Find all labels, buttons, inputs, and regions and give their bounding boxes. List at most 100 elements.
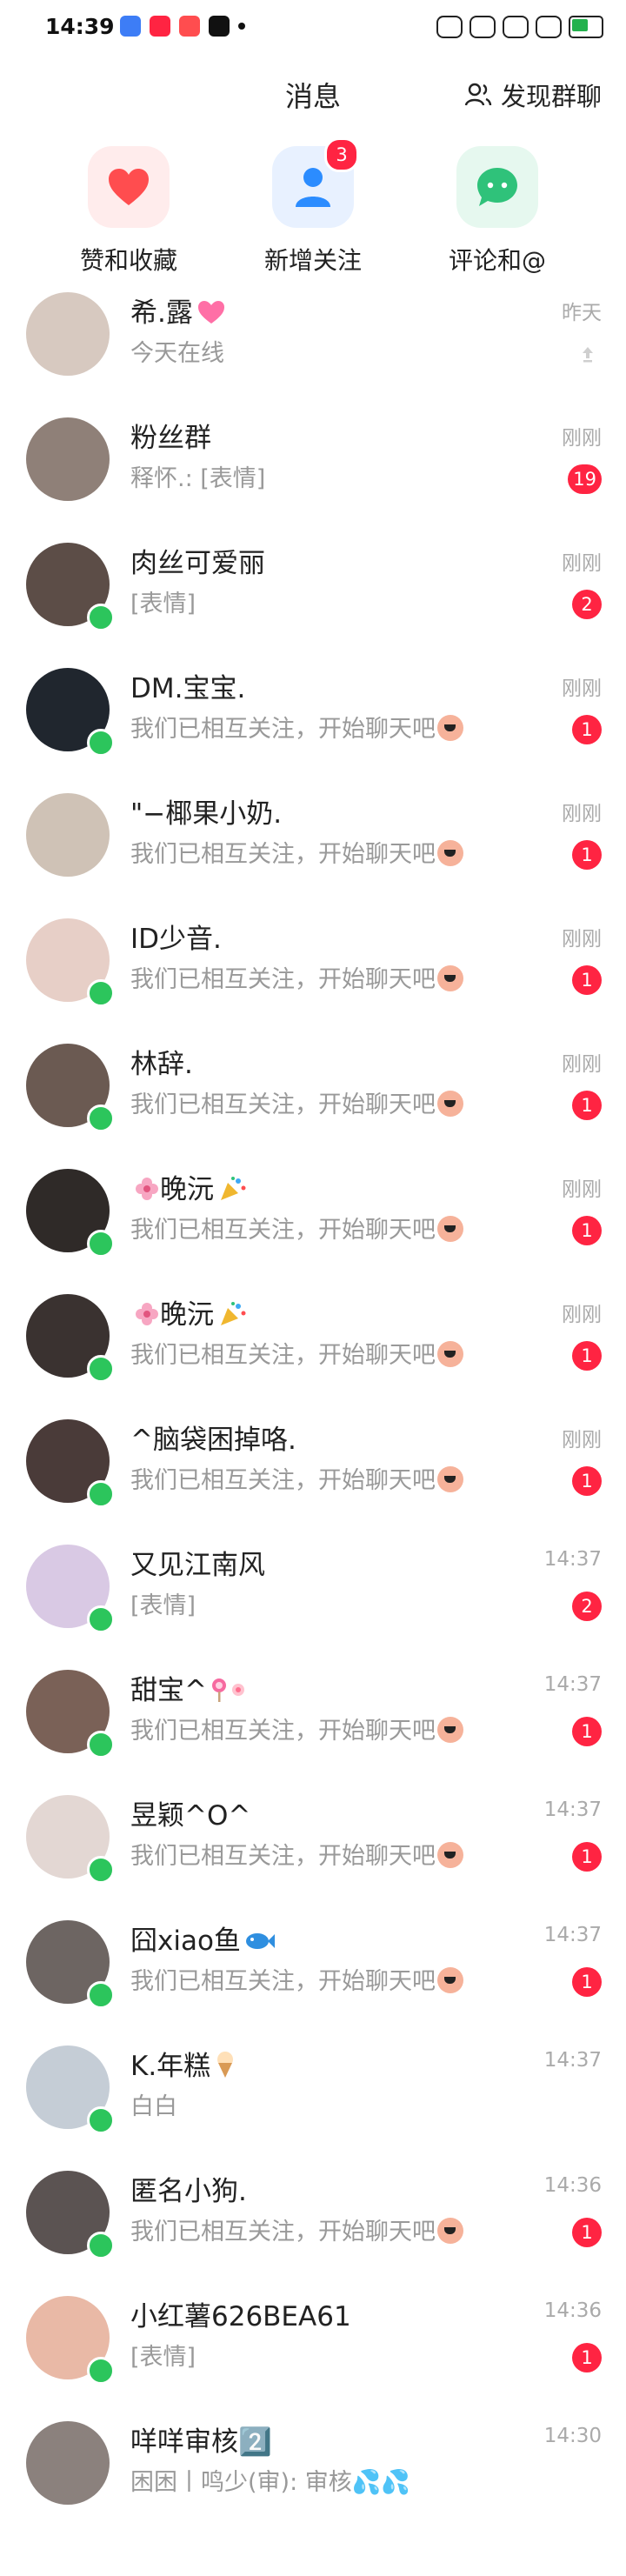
conversation-row[interactable]: 囧xiao鱼 我们已相互关注，开始聊天吧 14:37 1 bbox=[0, 1903, 626, 2028]
conversation-row[interactable]: 咩咩审核2️⃣ 困困丨鸣少(审): 审核💦💦 14:30 bbox=[0, 2404, 626, 2529]
avatar[interactable] bbox=[26, 417, 110, 501]
conversation-preview-text: 我们已相互关注，开始聊天吧 bbox=[130, 1968, 436, 1995]
conversation-time: 昨天 bbox=[562, 302, 602, 324]
status-system-icons bbox=[436, 16, 603, 38]
conversation-row[interactable]: 粉丝群 释怀.: [表情] 刚刚 19 bbox=[0, 400, 626, 525]
conversation-row[interactable]: ^脑袋困掉咯. 我们已相互关注，开始聊天吧 刚刚 1 bbox=[0, 1402, 626, 1527]
conversation-name-text: 肉丝可爱丽 bbox=[130, 548, 265, 579]
conversation-name-text: 甜宝^ bbox=[130, 1675, 207, 1706]
online-status-dot bbox=[87, 604, 115, 631]
conversation-name-text: "−椰果小奶. bbox=[130, 798, 283, 830]
conversation-row[interactable]: K.年糕 白白 14:37 bbox=[0, 2028, 626, 2153]
conversation-name: 又见江南风 bbox=[130, 1543, 265, 1582]
conversation-name: 甜宝^ bbox=[130, 1668, 249, 1710]
conversation-time: 14:37 bbox=[543, 1924, 602, 1946]
conversation-name-text: 希.露 bbox=[130, 297, 193, 329]
conversation-row[interactable]: 林辞. 我们已相互关注，开始聊天吧 刚刚 1 bbox=[0, 1026, 626, 1151]
online-status-dot bbox=[87, 2232, 115, 2259]
conversation-time: 14:37 bbox=[543, 1548, 602, 1571]
conversation-preview: 今天在线 bbox=[130, 334, 224, 368]
likes-and-saves-shortcut[interactable]: 赞和收藏 bbox=[42, 146, 216, 277]
more-dot-icon bbox=[238, 23, 245, 30]
conversation-preview: 我们已相互关注，开始聊天吧 bbox=[130, 1085, 463, 1119]
shortcut-label: 评论和@ bbox=[448, 246, 546, 275]
conversation-row[interactable]: DM.宝宝. 我们已相互关注，开始聊天吧 刚刚 1 bbox=[0, 651, 626, 776]
conversation-preview-text: 今天在线 bbox=[130, 340, 224, 367]
conversation-row[interactable]: 肉丝可爱丽 [表情] 刚刚 2 bbox=[0, 525, 626, 651]
new-followers-badge: 3 bbox=[324, 137, 359, 172]
confetti-icon bbox=[217, 1176, 247, 1209]
online-status-dot bbox=[87, 2106, 115, 2134]
online-status-dot bbox=[87, 1981, 115, 2009]
new-followers-shortcut[interactable]: 3 新增关注 bbox=[226, 137, 400, 277]
lollipop-icon bbox=[210, 1677, 249, 1710]
wifi-icon bbox=[503, 16, 529, 38]
conversation-preview: 我们已相互关注，开始聊天吧 bbox=[130, 710, 463, 744]
peach-emoji-icon bbox=[437, 840, 463, 866]
discover-groups-button[interactable]: 发现群聊 bbox=[464, 77, 602, 113]
unread-count-badge: 19 bbox=[568, 464, 602, 494]
conversation-row[interactable]: 甜宝^ 我们已相互关注，开始聊天吧 14:37 1 bbox=[0, 1652, 626, 1778]
conversation-row[interactable]: 小红薯626BEA61 [表情] 14:36 1 bbox=[0, 2279, 626, 2404]
unread-count-badge: 1 bbox=[572, 2218, 602, 2247]
conversation-time: 刚刚 bbox=[562, 803, 602, 825]
conversation-row[interactable]: ID少音. 我们已相互关注，开始聊天吧 刚刚 1 bbox=[0, 901, 626, 1026]
conversation-preview-text: 我们已相互关注，开始聊天吧 bbox=[130, 1467, 436, 1494]
conversation-name: ID少音. bbox=[130, 917, 222, 956]
conversation-name: 匿名小狗. bbox=[130, 2169, 247, 2208]
conversation-preview: 困困丨鸣少(审): 审核💦💦 bbox=[130, 2463, 410, 2497]
add-group-icon bbox=[464, 83, 492, 106]
online-status-dot bbox=[87, 1355, 115, 1383]
peach-emoji-icon bbox=[437, 1091, 463, 1117]
conversation-name: 粉丝群 bbox=[130, 416, 211, 455]
unread-count-badge: 1 bbox=[572, 1341, 602, 1371]
conversation-list: 希.露 今天在线 昨天 粉丝群 释怀.: [表情] 刚刚 19 肉丝可爱丽 [表情… bbox=[0, 275, 626, 2529]
conversation-preview-text: 我们已相互关注，开始聊天吧 bbox=[130, 716, 436, 743]
online-status-dot bbox=[87, 1104, 115, 1132]
status-bar: 14:39 bbox=[0, 0, 626, 54]
conversation-row[interactable]: 匿名小狗. 我们已相互关注，开始聊天吧 14:36 1 bbox=[0, 2153, 626, 2279]
conversation-name-text: 晚沅 bbox=[160, 1299, 214, 1331]
confetti-icon bbox=[217, 1301, 247, 1334]
conversation-name-text: 又见江南风 bbox=[130, 1550, 265, 1581]
conversation-name-text: K.年糕 bbox=[130, 2051, 211, 2082]
avatar[interactable] bbox=[26, 2421, 110, 2505]
unread-count-badge: 1 bbox=[572, 2343, 602, 2372]
peach-emoji-icon bbox=[437, 1466, 463, 1492]
conversation-row[interactable]: 昱颖^O^ 我们已相互关注，开始聊天吧 14:37 1 bbox=[0, 1778, 626, 1903]
conversation-time: 刚刚 bbox=[562, 427, 602, 450]
online-status-dot bbox=[87, 979, 115, 1007]
conversation-time: 14:36 bbox=[543, 2299, 602, 2322]
conversation-time: 14:36 bbox=[543, 2174, 602, 2197]
avatar[interactable] bbox=[26, 292, 110, 376]
peach-emoji-icon bbox=[437, 965, 463, 991]
online-status-dot bbox=[87, 1605, 115, 1633]
conversation-preview-text: 释怀.: [表情] bbox=[130, 465, 266, 492]
app-notification-icon bbox=[209, 16, 230, 37]
peach-emoji-icon bbox=[437, 2218, 463, 2244]
online-status-dot bbox=[87, 1731, 115, 1758]
conversation-preview: 白白 bbox=[130, 2087, 177, 2121]
flower-icon bbox=[134, 1301, 160, 1334]
conversation-row[interactable]: 又见江南风 [表情] 14:37 2 bbox=[0, 1527, 626, 1652]
conversation-preview: 我们已相互关注，开始聊天吧 bbox=[130, 1962, 463, 1996]
conversation-row[interactable]: 晚沅 我们已相互关注，开始聊天吧 刚刚 1 bbox=[0, 1277, 626, 1402]
conversation-preview-text: [表情] bbox=[130, 1592, 196, 1619]
avatar[interactable] bbox=[26, 793, 110, 877]
unread-count-badge: 1 bbox=[572, 1967, 602, 1997]
shortcut-row: 赞和收藏 3 新增关注 评论和@ bbox=[0, 127, 626, 275]
conversation-preview-text: 我们已相互关注，开始聊天吧 bbox=[130, 2219, 436, 2246]
conversation-preview: 我们已相互关注，开始聊天吧 bbox=[130, 1712, 463, 1745]
comments-and-mentions-shortcut[interactable]: 评论和@ bbox=[410, 146, 584, 277]
peach-emoji-icon bbox=[437, 1216, 463, 1242]
conversation-preview-text: 我们已相互关注，开始聊天吧 bbox=[130, 841, 436, 868]
conversation-preview-text: 困困丨鸣少(审): 审核💦💦 bbox=[130, 2469, 410, 2496]
conversation-row[interactable]: "−椰果小奶. 我们已相互关注，开始聊天吧 刚刚 1 bbox=[0, 776, 626, 901]
conversation-name-text: 林辞. bbox=[130, 1049, 193, 1080]
conversation-name: 晚沅 bbox=[130, 1292, 247, 1334]
signal-icon bbox=[436, 16, 463, 38]
conversation-row[interactable]: 晚沅 我们已相互关注，开始聊天吧 刚刚 1 bbox=[0, 1151, 626, 1277]
conversation-name-text: 匿名小狗. bbox=[130, 2176, 247, 2207]
peach-emoji-icon bbox=[437, 715, 463, 741]
conversation-row[interactable]: 希.露 今天在线 昨天 bbox=[0, 275, 626, 400]
